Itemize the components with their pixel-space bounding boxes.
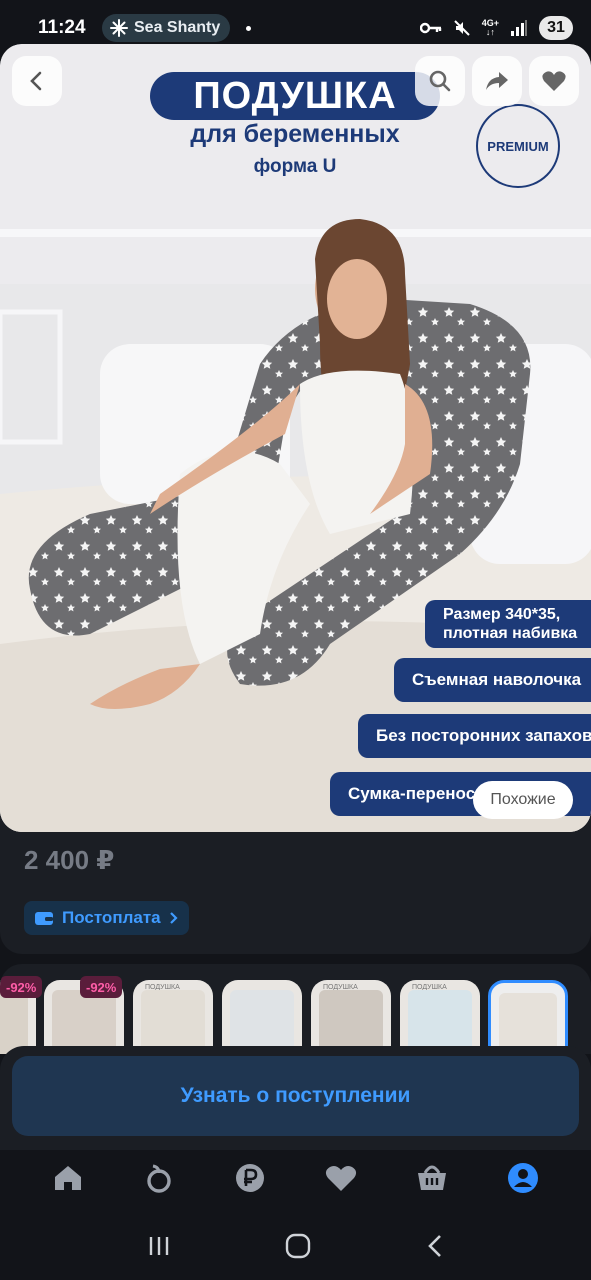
notify-button[interactable]: Узнать о поступлении [12, 1056, 579, 1136]
signal-icon [511, 20, 527, 36]
ruble-icon [235, 1164, 264, 1192]
postpay-label: Постоплата [62, 908, 161, 927]
catalog-icon [147, 1164, 171, 1193]
media-title: Sea Shanty [134, 19, 221, 36]
notification-dot [246, 25, 252, 31]
media-pill[interactable]: Sea Shanty [102, 14, 231, 42]
sparkle-icon [110, 19, 128, 37]
home-nav-icon[interactable] [284, 1232, 312, 1260]
back-button[interactable] [12, 56, 62, 106]
bottom-action-panel: Узнать о поступлении [0, 1046, 591, 1150]
chevron-left-icon [30, 71, 42, 91]
tab-bar [0, 1150, 591, 1206]
mute-icon [454, 20, 470, 36]
wallet-icon [35, 912, 53, 925]
thumbnail[interactable]: ПОДУШКА [133, 980, 213, 1054]
similar-button[interactable]: Похожие [473, 781, 573, 819]
tab-catalog[interactable] [134, 1153, 184, 1203]
key-icon [419, 22, 441, 34]
product-card: ПОДУШКА для беременных форма U PREMIUM Р… [0, 44, 591, 954]
heart-icon [542, 71, 566, 91]
tab-finance[interactable] [225, 1153, 275, 1203]
thumbnail[interactable]: ПОДУШКА [400, 980, 480, 1054]
tab-cart[interactable] [407, 1153, 457, 1203]
basket-icon [418, 1165, 447, 1190]
product-image[interactable]: ПОДУШКА для беременных форма U PREMIUM Р… [0, 44, 591, 832]
battery-indicator: 31 [539, 16, 573, 40]
search-button[interactable] [415, 56, 465, 106]
premium-badge: PREMIUM [476, 104, 560, 188]
thumbnail-strip: ПОДУШКА ПОДУШКА ПОДУШКА -92% -92% [0, 964, 591, 1054]
share-icon [486, 72, 508, 90]
discount-badge: -92% [80, 976, 123, 998]
recent-apps-icon[interactable] [146, 1234, 172, 1258]
thumbnail-selected[interactable] [488, 980, 568, 1054]
chevron-right-icon [169, 912, 178, 924]
tab-favorites[interactable] [316, 1153, 366, 1203]
postpay-button[interactable]: Постоплата [24, 901, 189, 935]
favorite-button[interactable] [529, 56, 579, 106]
hero-subtitle-shape: форма U [253, 156, 337, 177]
profile-icon [508, 1163, 539, 1193]
discount-badge: -92% [0, 976, 43, 998]
share-button[interactable] [472, 56, 522, 106]
tab-profile[interactable] [498, 1153, 548, 1203]
feature-no-odors: Без посторонних запахов [358, 714, 591, 758]
tab-home[interactable] [43, 1153, 93, 1203]
heart-icon [325, 1166, 357, 1191]
thumbnail[interactable] [222, 980, 302, 1054]
hero-title: ПОДУШКА [150, 72, 440, 120]
status-time: 11:24 [38, 17, 86, 38]
product-price: 2 400 ₽ [24, 845, 115, 875]
feature-size: Размер 340*35, плотная набивка [425, 600, 591, 648]
search-icon [429, 70, 451, 92]
network-type: 4G+ ↓↑ [481, 18, 499, 37]
thumbnail[interactable]: ПОДУШКА [311, 980, 391, 1054]
feature-removable-cover: Съемная наволочка [394, 658, 591, 702]
back-nav-icon[interactable] [425, 1233, 445, 1259]
home-icon [54, 1166, 81, 1190]
system-navigation [0, 1216, 591, 1276]
hero-subtitle: для беременных [190, 120, 400, 148]
